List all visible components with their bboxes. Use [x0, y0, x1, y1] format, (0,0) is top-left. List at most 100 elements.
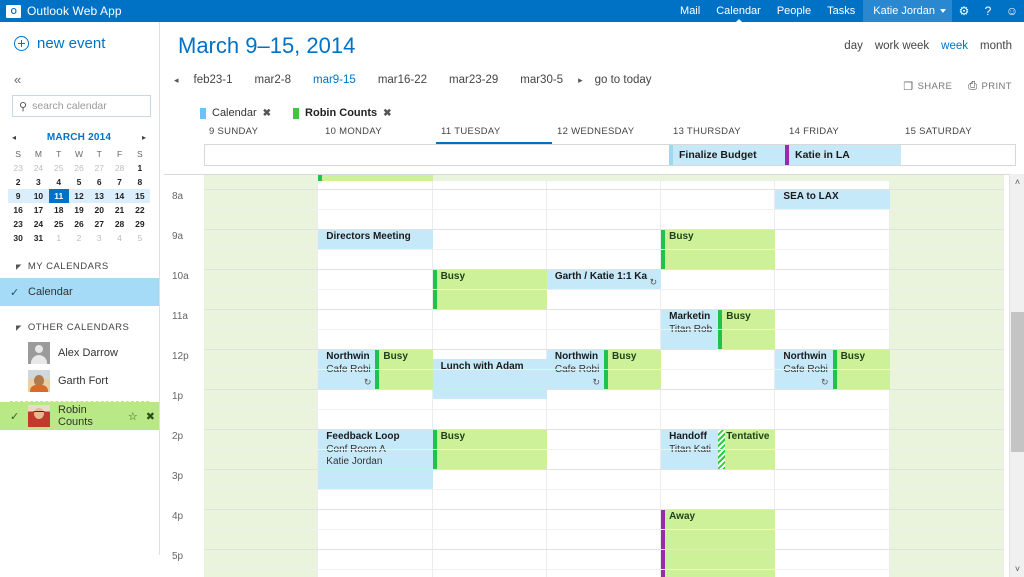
- week-range-feb23-1[interactable]: feb23-1: [183, 74, 244, 86]
- calendar-chip[interactable]: Robin Counts✖: [293, 107, 392, 119]
- mini-calendar-day[interactable]: 10: [28, 189, 48, 203]
- mini-calendar-day[interactable]: 26: [69, 217, 89, 231]
- day-header-0[interactable]: 9 SUNDAY: [204, 126, 320, 142]
- topnav-item-calendar[interactable]: Calendar: [708, 0, 769, 22]
- week-range-mar16-22[interactable]: mar16-22: [367, 74, 438, 86]
- go-to-today-button[interactable]: go to today: [587, 74, 652, 86]
- scroll-down-icon[interactable]: ˅: [1010, 561, 1024, 577]
- my-calendar-item[interactable]: ✓Calendar: [0, 278, 159, 306]
- mini-calendar-day[interactable]: 16: [8, 203, 28, 217]
- scroll-up-icon[interactable]: ˄: [1010, 174, 1024, 190]
- share-button[interactable]: ❐ SHARE: [903, 80, 952, 93]
- mini-calendar-day[interactable]: 24: [28, 217, 48, 231]
- day-column-0[interactable]: [204, 175, 318, 577]
- week-range-mar9-15[interactable]: mar9-15: [302, 74, 367, 86]
- close-icon[interactable]: ✖: [263, 108, 271, 119]
- mini-calendar-day[interactable]: 23: [8, 217, 28, 231]
- mini-calendar-day[interactable]: 27: [89, 161, 109, 175]
- mini-calendar-day[interactable]: 6: [89, 175, 109, 189]
- mini-calendar-day[interactable]: 2: [8, 175, 28, 189]
- day-header-4[interactable]: 13 THURSDAY: [668, 126, 784, 142]
- mini-calendar-prev-icon[interactable]: ◂: [12, 133, 16, 142]
- mini-calendar-day[interactable]: 5: [69, 175, 89, 189]
- calendar-event[interactable]: Feedback LoopConf Room AKatie Jordan: [318, 429, 432, 489]
- search-input[interactable]: search calendar: [32, 100, 107, 112]
- day-column-6[interactable]: [890, 175, 1004, 577]
- mini-calendar-day[interactable]: 7: [109, 175, 129, 189]
- time-grid-scroll-area[interactable]: 8a9a10a11a12p1p2p3p4p5p SEA to LAXDirect…: [164, 174, 1024, 577]
- week-range-mar2-8[interactable]: mar2-8: [244, 74, 302, 86]
- calendar-event[interactable]: Directors Meeting: [318, 229, 432, 249]
- star-icon[interactable]: ☆: [124, 410, 142, 423]
- mini-calendar-day[interactable]: 18: [49, 203, 69, 217]
- next-week-icon[interactable]: ▸: [574, 75, 587, 86]
- topnav-item-mail[interactable]: Mail: [672, 0, 708, 22]
- mini-calendar-day[interactable]: 17: [28, 203, 48, 217]
- question-icon[interactable]: ?: [976, 0, 1000, 22]
- print-button[interactable]: ⎙ PRINT: [968, 80, 1012, 93]
- mini-calendar-day[interactable]: 12: [69, 189, 89, 203]
- mini-calendar-day[interactable]: 8: [130, 175, 150, 189]
- mini-calendar-day[interactable]: 25: [49, 161, 69, 175]
- prev-week-icon[interactable]: ◂: [170, 75, 183, 86]
- mini-calendar-day[interactable]: 27: [89, 217, 109, 231]
- mini-calendar-day[interactable]: 22: [130, 203, 150, 217]
- vertical-scrollbar[interactable]: ˄ ˅: [1009, 174, 1024, 577]
- mini-calendar-day[interactable]: 11: [49, 189, 69, 203]
- search-calendar-box[interactable]: ⚲ search calendar: [12, 95, 151, 117]
- close-icon[interactable]: ✖: [142, 410, 159, 423]
- mini-calendar-day[interactable]: 28: [109, 161, 129, 175]
- mini-calendar-day[interactable]: 29: [130, 217, 150, 231]
- scrollbar-thumb[interactable]: [1011, 312, 1024, 452]
- other-calendars-header[interactable]: ◤ OTHER CALENDARS: [0, 316, 159, 339]
- view-mode-day[interactable]: day: [832, 40, 863, 52]
- mini-calendar-day[interactable]: 3: [89, 231, 109, 245]
- calendar-event[interactable]: Lunch with Adam: [433, 359, 547, 399]
- view-mode-week[interactable]: week: [929, 40, 968, 52]
- week-range-mar23-29[interactable]: mar23-29: [438, 74, 509, 86]
- my-calendars-header[interactable]: ◤ MY CALENDARS: [0, 255, 159, 278]
- partial-event-strip[interactable]: [318, 175, 432, 181]
- mini-calendar-day[interactable]: 4: [109, 231, 129, 245]
- view-mode-work-week[interactable]: work week: [863, 40, 929, 52]
- mini-calendar-day[interactable]: 31: [28, 231, 48, 245]
- close-icon[interactable]: ✖: [383, 108, 391, 119]
- mini-calendar-day[interactable]: 13: [89, 189, 109, 203]
- mini-calendar-day[interactable]: 26: [69, 161, 89, 175]
- calendar-chip[interactable]: Calendar✖: [200, 107, 271, 119]
- day-header-6[interactable]: 15 SATURDAY: [900, 126, 1016, 142]
- mini-calendar-day[interactable]: 2: [69, 231, 89, 245]
- mini-calendar[interactable]: ◂ MARCH 2014 ▸ SMTWTFS 23242526272812345…: [8, 129, 150, 245]
- collapse-sidebar-button[interactable]: «: [0, 64, 159, 93]
- calendar-event[interactable]: SEA to LAX: [775, 189, 889, 209]
- calendar-event[interactable]: Away: [661, 509, 775, 577]
- mini-calendar-day[interactable]: 4: [49, 175, 69, 189]
- mini-calendar-day[interactable]: 1: [49, 231, 69, 245]
- mini-calendar-day[interactable]: 9: [8, 189, 28, 203]
- new-event-button[interactable]: new event: [0, 22, 159, 64]
- view-mode-month[interactable]: month: [968, 40, 1012, 52]
- week-range-mar30-5[interactable]: mar30-5: [509, 74, 574, 86]
- mini-calendar-day[interactable]: 28: [109, 217, 129, 231]
- other-calendar-item[interactable]: Garth Fort: [0, 367, 159, 395]
- smiley-icon[interactable]: ☺: [1000, 0, 1024, 22]
- mini-calendar-day[interactable]: 19: [69, 203, 89, 217]
- topnav-item-people[interactable]: People: [769, 0, 819, 22]
- mini-calendar-day[interactable]: 30: [8, 231, 28, 245]
- all-day-event[interactable]: Katie in LA: [785, 145, 901, 165]
- mini-calendar-day[interactable]: 3: [28, 175, 48, 189]
- other-calendar-item[interactable]: Alex Darrow: [0, 339, 159, 367]
- calendar-event[interactable]: Garth / Katie 1:1 Ka↻: [547, 269, 661, 289]
- mini-calendar-day[interactable]: 23: [8, 161, 28, 175]
- gear-icon[interactable]: ⚙: [952, 0, 976, 22]
- day-header-5[interactable]: 14 FRIDAY: [784, 126, 900, 142]
- mini-calendar-day[interactable]: 25: [49, 217, 69, 231]
- mini-calendar-next-icon[interactable]: ▸: [142, 133, 146, 142]
- mini-calendar-day[interactable]: 15: [130, 189, 150, 203]
- mini-calendar-day[interactable]: 1: [130, 161, 150, 175]
- mini-calendar-day[interactable]: 24: [28, 161, 48, 175]
- topnav-item-tasks[interactable]: Tasks: [819, 0, 863, 22]
- mini-calendar-day[interactable]: 14: [109, 189, 129, 203]
- mini-calendar-day[interactable]: 21: [109, 203, 129, 217]
- other-calendar-item[interactable]: ✓Robin Counts☆✖: [0, 402, 159, 430]
